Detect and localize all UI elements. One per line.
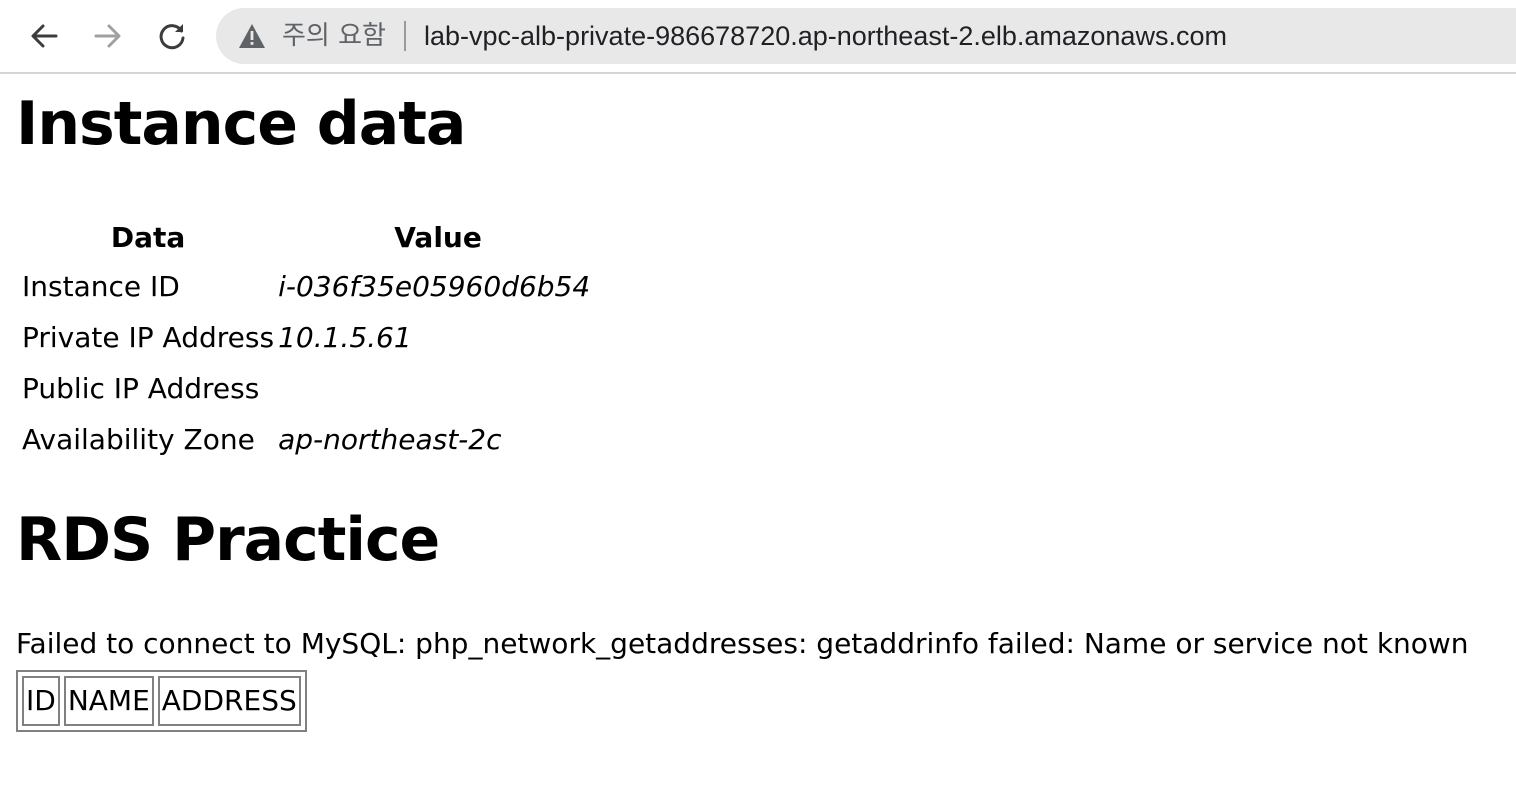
instance-id-label: Instance ID [22,270,180,303]
table-row: Private IP Address 10.1.5.61 [22,315,598,360]
arrow-right-icon [94,24,121,48]
security-warning-label[interactable]: 주의 요함 [282,18,386,54]
name-column-header: NAME [63,676,154,726]
id-column-header: ID [22,676,60,726]
table-row: Public IP Address [22,366,598,411]
arrow-left-icon [31,24,58,48]
back-button[interactable] [22,14,66,58]
table-row: Instance ID i-036f35e05960d6b54 [22,264,598,309]
availability-zone-value: ap-northeast-2c [278,423,502,456]
url-text[interactable]: lab-vpc-alb-private-986678720.ap-northea… [424,18,1227,54]
private-ip-value: 10.1.5.61 [278,321,412,354]
mysql-error-message: Failed to connect to MySQL: php_network_… [16,627,1469,660]
table-header-row: ID NAME ADDRESS [22,676,301,726]
warning-triangle-icon[interactable] [238,23,266,49]
private-ip-label: Private IP Address [22,321,275,354]
browser-toolbar: 주의 요함 lab-vpc-alb-private-986678720.ap-n… [0,0,1516,74]
page-content: Instance data Data Value Instance ID i-0… [0,74,1516,804]
forward-button[interactable] [86,14,130,58]
rds-records-table: ID NAME ADDRESS [16,670,307,732]
availability-zone-label: Availability Zone [22,423,255,456]
data-column-header: Data [110,221,186,254]
reload-icon [159,24,185,50]
value-column-header: Value [394,221,482,254]
table-row: Availability Zone ap-northeast-2c [22,417,598,462]
public-ip-label: Public IP Address [22,372,260,405]
public-ip-value [278,366,598,411]
instance-data-heading: Instance data [16,89,466,159]
rds-practice-heading: RDS Practice [16,505,440,575]
instance-id-value: i-036f35e05960d6b54 [278,270,591,303]
address-column-header: ADDRESS [157,676,301,726]
reload-button[interactable] [150,14,194,58]
instance-data-table: Data Value Instance ID i-036f35e05960d6b… [18,212,602,468]
omnibox-divider [404,21,406,51]
